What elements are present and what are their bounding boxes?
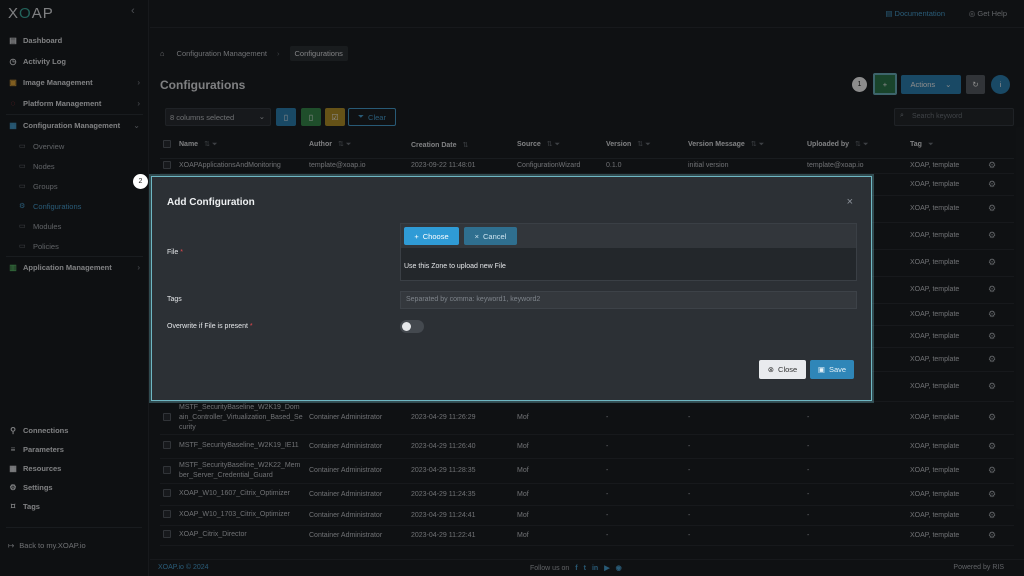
save-button[interactable]: ▣ Save [810,360,854,379]
close-circle-icon: ⊗ [767,365,775,374]
add-configuration-dialog: Add Configuration × File * + Choose × Canc… [151,176,872,401]
file-label: File * [167,249,183,256]
dialog-title: Add Configuration [167,197,255,208]
close-icon[interactable]: × [847,196,853,208]
file-upload-zone[interactable]: + Choose × Cancel Use this Zone to upload … [400,223,857,281]
choose-file-button[interactable]: + Choose [404,227,459,245]
tags-input[interactable]: Separated by comma: keyword1, keyword2 [400,291,857,309]
upload-hint: Use this Zone to upload new File [404,263,506,270]
overwrite-label: Overwrite if File is present * [167,323,253,330]
step-marker-2: 2 [133,174,148,189]
tags-label: Tags [167,296,182,303]
overwrite-toggle[interactable] [400,320,424,333]
plus-icon: + [414,231,419,241]
save-icon: ▣ [817,365,825,374]
close-icon: × [474,231,480,241]
cancel-upload-button[interactable]: × Cancel [464,227,517,245]
close-button[interactable]: ⊗ Close [759,360,806,379]
